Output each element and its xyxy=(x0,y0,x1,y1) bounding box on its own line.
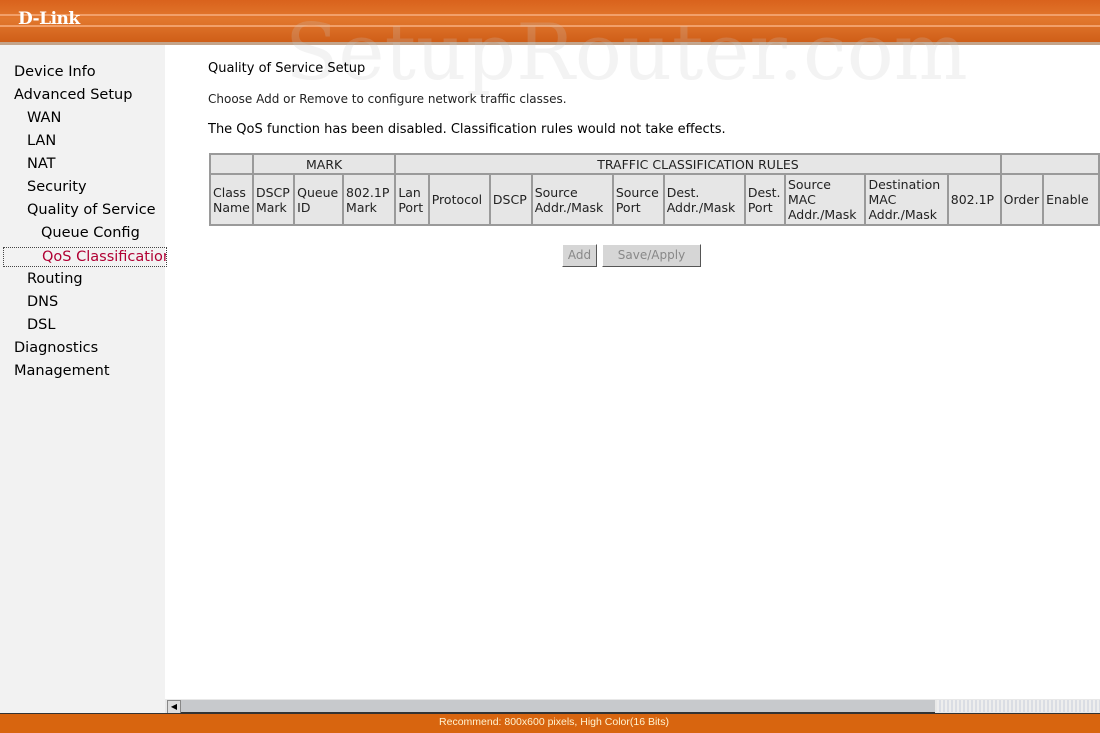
sidebar-item-queue-config[interactable]: Queue Config xyxy=(41,225,140,241)
header-divider xyxy=(0,42,1100,45)
column-header-dscp: DSCP xyxy=(488,173,533,226)
footer-text: Recommend: 800x600 pixels, High Color(16… xyxy=(439,716,669,728)
sidebar-item-quality-of-service[interactable]: Quality of Service xyxy=(27,202,156,218)
sidebar-item-routing[interactable]: Routing xyxy=(27,271,83,287)
column-header-source-mac-addr-mask: Source MAC Addr./Mask xyxy=(783,173,867,226)
scroll-left-arrow-icon[interactable]: ◀ xyxy=(167,700,181,714)
sidebar-item-dns[interactable]: DNS xyxy=(27,294,58,310)
sidebar-item-device-info[interactable]: Device Info xyxy=(14,64,96,80)
column-header-lan-port: Lan Port xyxy=(394,173,430,226)
page-description: Choose Add or Remove to configure networ… xyxy=(208,92,567,106)
column-header-dest-addr-mask: Dest. Addr./Mask xyxy=(662,173,746,226)
group-header-blank-right xyxy=(999,153,1100,175)
column-header-802-1p: 802.1P xyxy=(946,173,1002,226)
sidebar-item-lan[interactable]: LAN xyxy=(27,133,56,149)
column-header-order: Order xyxy=(999,173,1045,226)
save-apply-button[interactable]: Save/Apply xyxy=(602,244,701,267)
header-banner: D-Link xyxy=(0,0,1100,42)
horizontal-scrollbar[interactable]: ◀ xyxy=(165,699,1100,714)
column-header-class-name: Class Name xyxy=(209,173,254,226)
sidebar: Device Info Advanced Setup WAN LAN NAT Securi… xyxy=(0,45,167,713)
column-header-source-addr-mask: Source Addr./Mask xyxy=(530,173,614,226)
column-header-enable: Enable xyxy=(1042,173,1100,226)
qos-disabled-warning: The QoS function has been disabled. Clas… xyxy=(208,122,726,137)
add-button[interactable]: Add xyxy=(562,244,597,267)
sidebar-item-wan[interactable]: WAN xyxy=(27,110,61,126)
column-header-protocol: Protocol xyxy=(427,173,491,226)
footer: Recommend: 800x600 pixels, High Color(16… xyxy=(0,713,1100,733)
scrollbar-thumb[interactable] xyxy=(181,700,935,714)
column-header-dscp-mark: DSCP Mark xyxy=(251,173,296,226)
sidebar-item-advanced-setup[interactable]: Advanced Setup xyxy=(14,87,132,103)
sidebar-item-qos-classification[interactable]: QoS Classification xyxy=(3,247,167,267)
sidebar-item-security[interactable]: Security xyxy=(27,179,87,195)
column-header-802-1p-mark: 802.1P Mark xyxy=(342,173,397,226)
group-header-mark: MARK xyxy=(251,153,397,175)
page-title: Quality of Service Setup xyxy=(208,61,366,76)
qos-classification-table: MARK TRAFFIC CLASSIFICATION RULES Class N… xyxy=(209,153,1100,226)
sidebar-item-diagnostics[interactable]: Diagnostics xyxy=(14,340,98,356)
sidebar-item-management[interactable]: Management xyxy=(14,363,110,379)
sidebar-item-dsl[interactable]: DSL xyxy=(27,317,55,333)
column-header-queue-id: Queue ID xyxy=(293,173,345,226)
group-header-traffic-rules: TRAFFIC CLASSIFICATION RULES xyxy=(394,153,1002,175)
column-header-source-port: Source Port xyxy=(611,173,665,226)
column-header-dest-port: Dest. Port xyxy=(743,173,786,226)
column-header-destination-mac-addr-mask: Destination MAC Addr./Mask xyxy=(864,173,949,226)
scrollbar-track[interactable] xyxy=(937,700,1100,712)
group-header-blank xyxy=(209,153,254,175)
sidebar-item-nat[interactable]: NAT xyxy=(27,156,56,172)
dlink-logo: D-Link xyxy=(18,9,80,29)
